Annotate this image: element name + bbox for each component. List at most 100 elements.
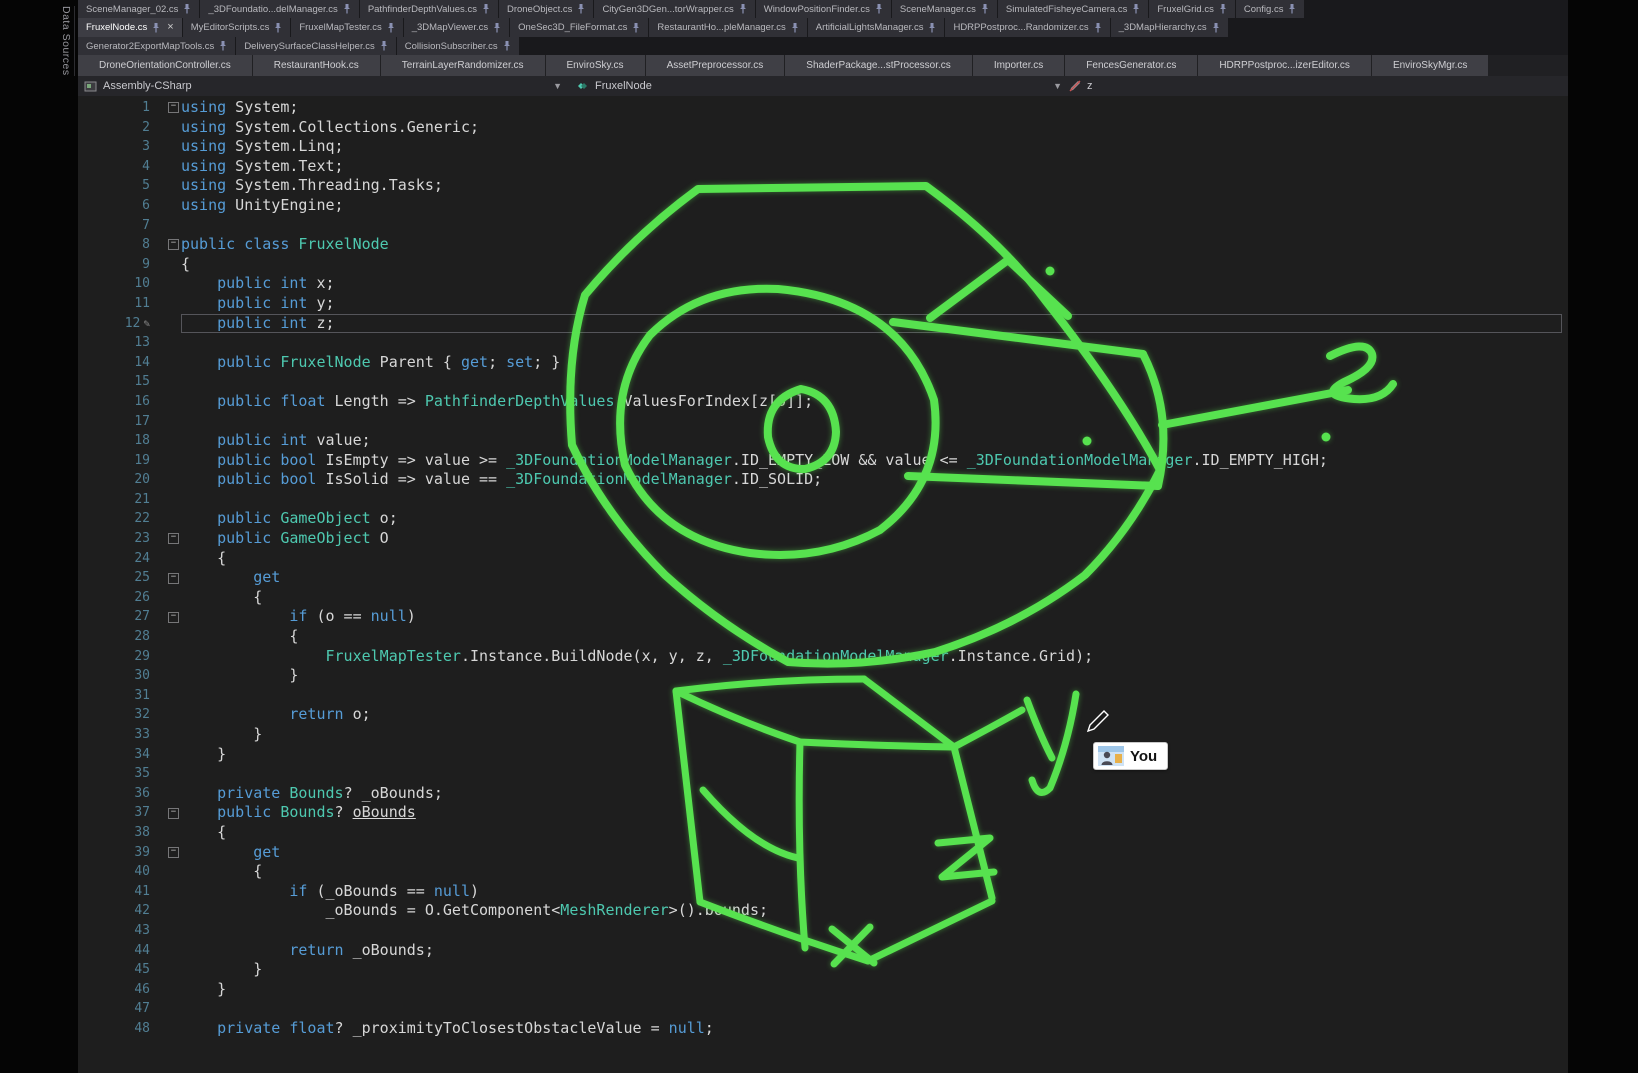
code-line[interactable]: 17	[78, 412, 1568, 432]
code-line[interactable]: 28 {	[78, 627, 1568, 647]
tab-SimulatedFisheyeCamera.cs[interactable]: SimulatedFisheyeCamera.cs	[998, 0, 1148, 18]
tab-FruxelMapTester.cs[interactable]: FruxelMapTester.cs	[291, 18, 402, 37]
code-line[interactable]: 13	[78, 333, 1568, 353]
code-line[interactable]: 9{	[78, 255, 1568, 275]
code-line[interactable]: 16 public float Length => PathfinderDept…	[78, 392, 1568, 412]
fold-margin[interactable]: −	[150, 98, 181, 118]
code-line[interactable]: 8−public class FruxelNode	[78, 235, 1568, 255]
tab-EnviroSkyMgr.cs[interactable]: EnviroSkyMgr.cs	[1372, 55, 1488, 76]
tab-Config.cs[interactable]: Config.cs	[1236, 0, 1305, 18]
code-line[interactable]: 7	[78, 216, 1568, 236]
code-line[interactable]: 18 public int value;	[78, 431, 1568, 451]
code-line[interactable]: 43	[78, 921, 1568, 941]
code-line[interactable]: 33 }	[78, 725, 1568, 745]
code-line[interactable]: 47	[78, 999, 1568, 1019]
collapse-icon[interactable]: −	[168, 808, 179, 819]
code-line[interactable]: 37− public Bounds? oBounds	[78, 803, 1568, 823]
code-line[interactable]: 36 private Bounds? _oBounds;	[78, 784, 1568, 804]
code-line[interactable]: 35	[78, 764, 1568, 784]
code-editor[interactable]: 1−using System;2using System.Collections…	[78, 96, 1568, 1073]
fold-margin[interactable]: −	[150, 568, 181, 588]
close-icon[interactable]: ×	[167, 22, 173, 33]
tab-_3DFoundatio...delManager.cs[interactable]: _3DFoundatio...delManager.cs	[200, 0, 358, 18]
code-line[interactable]: 19 public bool IsEmpty => value >= _3DFo…	[78, 451, 1568, 471]
code-line[interactable]: 27− if (o == null)	[78, 607, 1568, 627]
tab-_3DMapViewer.cs[interactable]: _3DMapViewer.cs	[404, 18, 509, 37]
code-line[interactable]: 32 return o;	[78, 705, 1568, 725]
code-line[interactable]: 31	[78, 686, 1568, 706]
code-line[interactable]: 20 public bool IsSolid => value == _3DFo…	[78, 470, 1568, 490]
tab-FruxelNode.cs[interactable]: FruxelNode.cs×	[78, 18, 182, 37]
code-line[interactable]: 44 return _oBounds;	[78, 941, 1568, 961]
tab-CollisionSubscriber.cs[interactable]: CollisionSubscriber.cs	[397, 37, 519, 55]
tab-MyEditorScripts.cs[interactable]: MyEditorScripts.cs	[183, 18, 291, 37]
code-line[interactable]: 26 {	[78, 588, 1568, 608]
project-dropdown[interactable]: Assembly-CSharp ▼	[78, 76, 568, 96]
code-line[interactable]: 11 public int y;	[78, 294, 1568, 314]
tab-RestaurantHo...pleManager.cs[interactable]: RestaurantHo...pleManager.cs	[649, 18, 806, 37]
tab-Importer.cs[interactable]: Importer.cs	[973, 55, 1064, 76]
code-line[interactable]: 24 {	[78, 549, 1568, 569]
code-line[interactable]: 48 private float? _proximityToClosestObs…	[78, 1019, 1568, 1039]
tab-_3DMapHierarchy.cs[interactable]: _3DMapHierarchy.cs	[1111, 18, 1228, 37]
member-dropdown[interactable]: z	[1068, 79, 1513, 93]
code-line[interactable]: 38 {	[78, 823, 1568, 843]
code-line[interactable]: 40 {	[78, 862, 1568, 882]
code-line[interactable]: 1−using System;	[78, 98, 1568, 118]
code-line[interactable]: 34 }	[78, 745, 1568, 765]
code-line[interactable]: 15	[78, 372, 1568, 392]
collapse-icon[interactable]: −	[168, 847, 179, 858]
code-line[interactable]: 6using UnityEngine;	[78, 196, 1568, 216]
code-line[interactable]: 22 public GameObject o;	[78, 509, 1568, 529]
tab-AssetPreprocessor.cs[interactable]: AssetPreprocessor.cs	[646, 55, 785, 76]
tab-Generator2ExportMapTools.cs[interactable]: Generator2ExportMapTools.cs	[78, 37, 235, 55]
fold-margin[interactable]: −	[150, 235, 181, 255]
tab-DroneObject.cs[interactable]: DroneObject.cs	[499, 0, 593, 18]
fold-margin[interactable]: −	[150, 607, 181, 627]
code-line[interactable]: 42 _oBounds = O.GetComponent<MeshRendere…	[78, 901, 1568, 921]
tab-ArtificialLightsManager.cs[interactable]: ArtificialLightsManager.cs	[808, 18, 945, 37]
tab-EnviroSky.cs[interactable]: EnviroSky.cs	[546, 55, 645, 76]
code-line[interactable]: 21	[78, 490, 1568, 510]
collapse-icon[interactable]: −	[168, 573, 179, 584]
tab-HDRPPostproc...izerEditor.cs[interactable]: HDRPPostproc...izerEditor.cs	[1198, 55, 1371, 76]
code-line[interactable]: 14 public FruxelNode Parent { get; set; …	[78, 353, 1568, 373]
tab-CityGen3DGen...torWrapper.cs[interactable]: CityGen3DGen...torWrapper.cs	[594, 0, 754, 18]
code-line[interactable]: 2using System.Collections.Generic;	[78, 118, 1568, 138]
tab-TerrainLayerRandomizer.cs[interactable]: TerrainLayerRandomizer.cs	[381, 55, 545, 76]
fold-margin[interactable]: −	[150, 529, 181, 549]
tab-RestaurantHook.cs[interactable]: RestaurantHook.cs	[253, 55, 380, 76]
code-line[interactable]: 4using System.Text;	[78, 157, 1568, 177]
tab-HDRPPostproc...Randomizer.cs[interactable]: HDRPPostproc...Randomizer.cs	[945, 18, 1109, 37]
code-line[interactable]: 12✎ public int z;	[78, 314, 1568, 334]
code-line[interactable]: 46 }	[78, 980, 1568, 1000]
side-tab-data-sources[interactable]: Data Sources	[55, 6, 75, 76]
code-line[interactable]: 10 public int x;	[78, 274, 1568, 294]
tab-DeliverySurfaceClassHelper.cs[interactable]: DeliverySurfaceClassHelper.cs	[236, 37, 395, 55]
code-line[interactable]: 23− public GameObject O	[78, 529, 1568, 549]
tab-ShaderPackage...stProcessor.cs[interactable]: ShaderPackage...stProcessor.cs	[785, 55, 972, 76]
tab-FencesGenerator.cs[interactable]: FencesGenerator.cs	[1065, 55, 1197, 76]
collapse-icon[interactable]: −	[168, 612, 179, 623]
tab-PathfinderDepthValues.cs[interactable]: PathfinderDepthValues.cs	[360, 0, 498, 18]
tab-SceneManager_02.cs[interactable]: SceneManager_02.cs	[78, 0, 199, 18]
collapse-icon[interactable]: −	[168, 102, 179, 113]
collapse-icon[interactable]: −	[168, 533, 179, 544]
code-line[interactable]: 45 }	[78, 960, 1568, 980]
type-dropdown[interactable]: FruxelNode ▼	[568, 76, 1068, 96]
collapse-icon[interactable]: −	[168, 239, 179, 250]
tab-SceneManager.cs[interactable]: SceneManager.cs	[892, 0, 997, 18]
code-line[interactable]: 30 }	[78, 666, 1568, 686]
code-line[interactable]: 41 if (_oBounds == null)	[78, 882, 1568, 902]
fold-margin[interactable]: −	[150, 843, 181, 863]
code-line[interactable]: 29 FruxelMapTester.Instance.BuildNode(x,…	[78, 647, 1568, 667]
tab-WindowPositionFinder.cs[interactable]: WindowPositionFinder.cs	[756, 0, 891, 18]
fold-margin[interactable]: −	[150, 803, 181, 823]
code-line[interactable]: 5using System.Threading.Tasks;	[78, 176, 1568, 196]
tab-OneSec3D_FileFormat.cs[interactable]: OneSec3D_FileFormat.cs	[510, 18, 648, 37]
tab-FruxelGrid.cs[interactable]: FruxelGrid.cs	[1149, 0, 1234, 18]
tab-DroneOrientationController.cs[interactable]: DroneOrientationController.cs	[78, 55, 252, 76]
code-line[interactable]: 25− get	[78, 568, 1568, 588]
code-line[interactable]: 39− get	[78, 843, 1568, 863]
code-line[interactable]: 3using System.Linq;	[78, 137, 1568, 157]
